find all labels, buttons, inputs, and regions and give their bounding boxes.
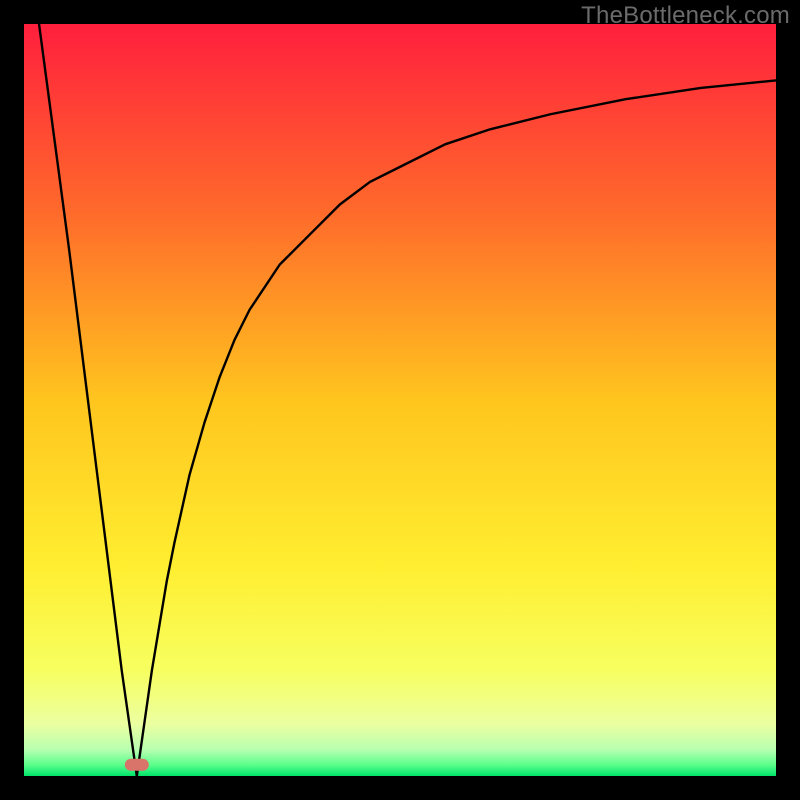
chart-frame bbox=[24, 24, 776, 776]
bottleneck-chart bbox=[24, 24, 776, 776]
bottleneck-marker bbox=[125, 759, 149, 771]
watermark-text: TheBottleneck.com bbox=[581, 2, 790, 30]
gradient-background bbox=[24, 24, 776, 776]
